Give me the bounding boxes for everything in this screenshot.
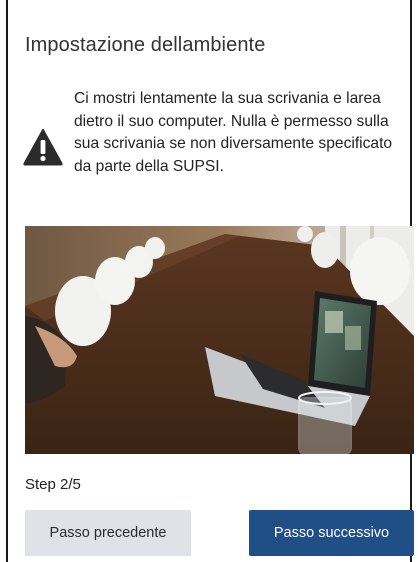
warning-message: Ci mostri lentamente la sua scrivania e …: [74, 90, 393, 175]
next-step-button[interactable]: Passo successivo: [249, 510, 414, 556]
step-indicator: Step 2/5: [25, 476, 81, 493]
desk-preview-image: [25, 226, 414, 454]
previous-step-button[interactable]: Passo precedente: [25, 510, 191, 556]
warning-icon: [23, 129, 63, 166]
environment-setup-panel: Impostazione dellambiente Ci mostri lent…: [8, 0, 414, 562]
desk-video-preview: [25, 226, 414, 454]
page-title: Impostazione dellambiente: [25, 34, 266, 56]
